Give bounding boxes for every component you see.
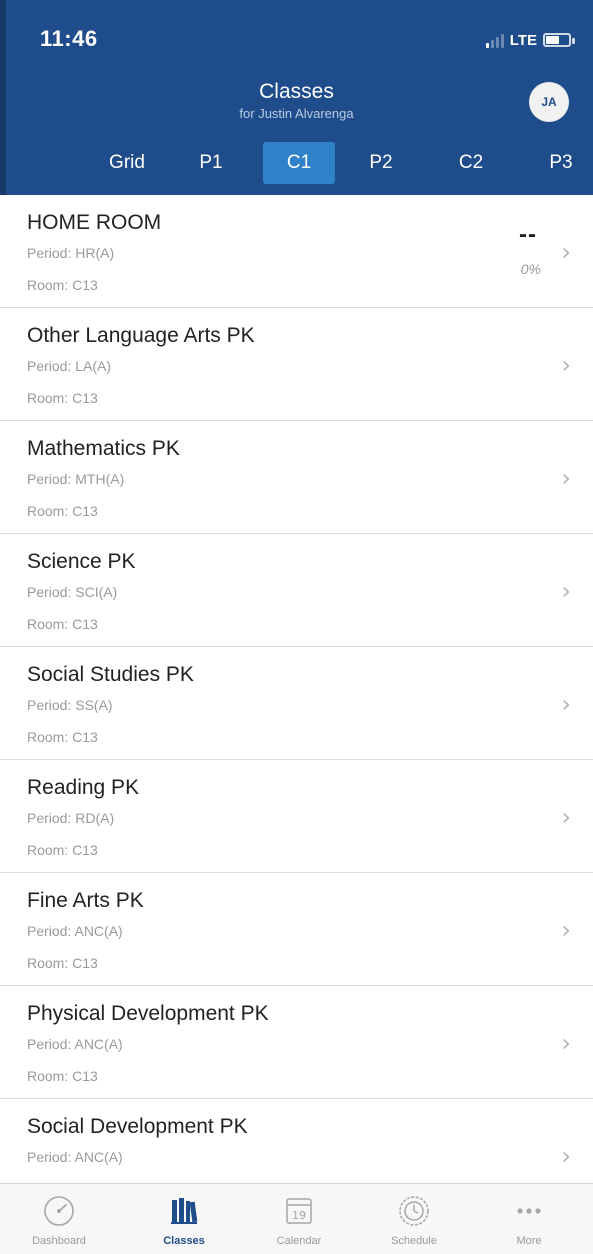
class-room: Room: C13	[27, 277, 98, 293]
chevron-right-icon: ›	[561, 1029, 571, 1057]
class-percent: 0%	[520, 261, 541, 277]
chevron-right-icon: ›	[561, 351, 571, 379]
chevron-right-icon: ›	[561, 690, 571, 718]
class-row-social-development[interactable]: Social Development PK Period: ANC(A) ›	[0, 1099, 593, 1183]
class-room: Room: C13	[27, 1068, 98, 1084]
class-name: Mathematics PK	[27, 437, 180, 460]
tab-grid[interactable]: Grid	[97, 142, 157, 184]
class-period: Period: ANC(A)	[27, 1036, 123, 1052]
chevron-right-icon: ›	[561, 577, 571, 605]
class-name: Social Development PK	[27, 1115, 248, 1138]
page-subtitle: for Justin Alvarenga	[239, 106, 354, 121]
class-period: Period: RD(A)	[27, 810, 115, 826]
page-title: Classes	[259, 80, 334, 103]
tabbar-more[interactable]: More	[470, 1184, 588, 1254]
class-name: Social Studies PK	[27, 663, 194, 686]
more-dots-icon	[511, 1194, 547, 1228]
tab-p3[interactable]: P3	[536, 142, 586, 184]
tabbar-classes[interactable]: Classes	[125, 1184, 243, 1254]
class-row-social-studies[interactable]: Social Studies PK Period: SS(A) Room: C1…	[0, 647, 593, 760]
class-room: Room: C13	[27, 729, 98, 745]
tabbar-label: More	[516, 1235, 542, 1247]
class-room: Room: C13	[27, 842, 98, 858]
status-indicators: LTE	[485, 30, 575, 50]
books-icon	[166, 1194, 202, 1228]
tab-p2[interactable]: P2	[356, 142, 406, 184]
class-row-other-language-arts[interactable]: Other Language Arts PK Period: LA(A) Roo…	[0, 308, 593, 421]
class-list: HOME ROOM Period: HR(A) Room: C13 -- 0% …	[0, 195, 593, 1183]
class-room: Room: C13	[27, 955, 98, 971]
chevron-right-icon: ›	[561, 464, 571, 492]
clock-icon	[396, 1194, 432, 1228]
tab-p1[interactable]: P1	[186, 142, 236, 184]
battery-icon	[543, 33, 575, 47]
class-name: HOME ROOM	[27, 211, 162, 234]
tabbar-label: Schedule	[391, 1235, 437, 1247]
class-period: Period: SCI(A)	[27, 584, 118, 600]
class-name: Reading PK	[27, 776, 140, 799]
class-room: Room: C13	[27, 390, 98, 406]
svg-text:19: 19	[292, 1209, 306, 1222]
tabbar-dashboard[interactable]: Dashboard	[0, 1184, 118, 1254]
class-row-reading[interactable]: Reading PK Period: RD(A) Room: C13 ›	[0, 760, 593, 873]
class-row-physical-development[interactable]: Physical Development PK Period: ANC(A) R…	[0, 986, 593, 1099]
class-period: Period: ANC(A)	[27, 1149, 123, 1165]
class-period: Period: MTH(A)	[27, 471, 125, 487]
tabbar-label: Classes	[163, 1235, 205, 1247]
class-name: Other Language Arts PK	[27, 324, 255, 347]
status-time: 11:46	[40, 26, 98, 51]
gauge-icon	[41, 1194, 77, 1228]
class-period: Period: LA(A)	[27, 358, 112, 374]
tab-c1[interactable]: C1	[263, 142, 335, 184]
class-period: Period: ANC(A)	[27, 923, 123, 939]
class-name: Science PK	[27, 550, 136, 573]
calendar-icon: 19	[281, 1194, 317, 1228]
tab-c2[interactable]: C2	[446, 142, 496, 184]
signal-icon	[485, 32, 504, 48]
tabbar-label: Calendar	[276, 1235, 322, 1247]
chevron-right-icon: ›	[561, 238, 571, 266]
tabbar-label: Dashboard	[32, 1235, 86, 1247]
chevron-right-icon: ›	[561, 803, 571, 831]
class-row-fine-arts[interactable]: Fine Arts PK Period: ANC(A) Room: C13 ›	[0, 873, 593, 986]
class-period: Period: SS(A)	[27, 697, 113, 713]
tabbar-calendar[interactable]: 19 Calendar	[240, 1184, 358, 1254]
class-name: Fine Arts PK	[27, 889, 144, 912]
chevron-right-icon: ›	[561, 916, 571, 944]
class-row-science[interactable]: Science PK Period: SCI(A) Room: C13 ›	[0, 534, 593, 647]
class-row-mathematics[interactable]: Mathematics PK Period: MTH(A) Room: C13 …	[0, 421, 593, 534]
network-label: LTE	[509, 31, 537, 49]
tabbar-schedule[interactable]: Schedule	[355, 1184, 473, 1254]
class-name: Physical Development PK	[27, 1002, 269, 1025]
chevron-right-icon: ›	[561, 1142, 571, 1170]
class-row-home-room[interactable]: HOME ROOM Period: HR(A) Room: C13 -- 0% …	[0, 195, 593, 308]
class-room: Room: C13	[27, 616, 98, 632]
period-tabs: Grid P1 C1 P2 C2 P3	[0, 142, 593, 184]
avatar[interactable]: JA	[529, 82, 569, 122]
app-header: 11:46 LTE Classes for Justin Alvarenga J…	[0, 0, 593, 195]
class-period: Period: HR(A)	[27, 245, 115, 261]
bottom-tab-bar: Dashboard Classes 19 Calendar Schedule M…	[0, 1183, 593, 1254]
class-grade: --	[519, 221, 537, 248]
class-room: Room: C13	[27, 503, 98, 519]
